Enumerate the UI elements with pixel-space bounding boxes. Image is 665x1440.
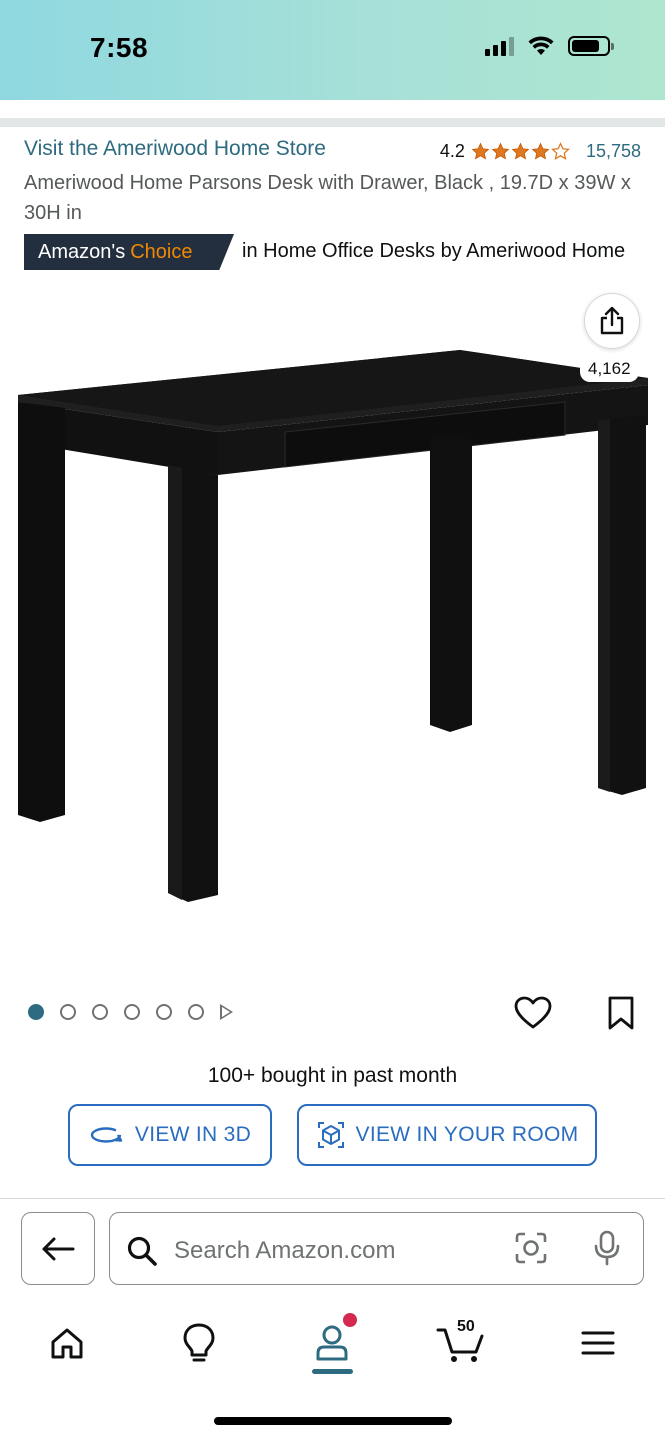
cart-count: 50 [457, 1318, 475, 1335]
nav-home[interactable] [42, 1318, 92, 1368]
search-input[interactable]: Search Amazon.com [109, 1212, 644, 1285]
home-icon [51, 1328, 83, 1359]
ar-cube-icon [317, 1122, 344, 1148]
notification-dot [343, 1313, 357, 1327]
share-count: 4,162 [580, 356, 639, 382]
back-button[interactable] [21, 1212, 95, 1285]
star-full-icon [491, 142, 510, 160]
nav-menu[interactable] [573, 1318, 623, 1368]
view-in-your-room-label: VIEW IN YOUR ROOM [355, 1123, 579, 1146]
home-indicator[interactable] [214, 1417, 452, 1425]
badge-category-text: in Home Office Desks by Ameriwood Home [242, 240, 626, 262]
rating-value: 4.2 [439, 141, 465, 161]
status-time: 7:58 [90, 32, 149, 63]
carousel-dot[interactable] [60, 1004, 76, 1020]
menu-icon [581, 1331, 615, 1355]
arrow-left-icon [42, 1237, 75, 1260]
star-full-icon [471, 142, 490, 160]
save-for-later-button[interactable] [603, 992, 639, 1034]
carousel-dot[interactable] [156, 1004, 172, 1020]
view-in-3d-label: VIEW IN 3D [134, 1123, 252, 1146]
view-in-your-room-button[interactable]: VIEW IN YOUR ROOM [297, 1104, 597, 1166]
store-link[interactable]: Visit the Ameriwood Home Store [24, 137, 326, 161]
product-title: Ameriwood Home Parsons Desk with Drawer,… [24, 172, 631, 224]
search-placeholder: Search Amazon.com [174, 1237, 396, 1264]
view-in-3d-button[interactable]: VIEW IN 3D [68, 1104, 272, 1166]
star-rating [471, 142, 570, 161]
rating-summary[interactable]: 4.2 15,758 [440, 141, 641, 162]
active-tab-indicator [312, 1369, 353, 1374]
badge-prefix: Amazon's [38, 240, 126, 263]
product-image[interactable] [10, 340, 655, 910]
microphone-icon[interactable] [591, 1230, 623, 1266]
rotate-3d-icon [90, 1127, 123, 1143]
carousel-dot[interactable] [124, 1004, 140, 1020]
share-icon [600, 306, 624, 335]
badge-highlight: Choice [130, 240, 193, 263]
carousel-dot[interactable] [188, 1004, 204, 1020]
star-full-icon [531, 142, 550, 160]
review-count: 15,758 [585, 141, 641, 161]
account-icon [316, 1325, 348, 1361]
video-play-icon[interactable] [220, 1004, 233, 1020]
camera-lens-icon[interactable] [514, 1231, 548, 1265]
amazons-choice-badge: Amazon's Choice [24, 234, 234, 270]
carousel-dot[interactable] [28, 1004, 44, 1020]
lightbulb-icon [183, 1323, 215, 1362]
nav-inspire[interactable] [174, 1318, 224, 1368]
section-divider [0, 118, 665, 127]
search-icon [127, 1236, 157, 1266]
battery-icon [568, 36, 614, 56]
bought-in-past-month: 100+ bought in past month [207, 1064, 458, 1087]
cellular-signal-icon [485, 36, 514, 56]
share-button[interactable] [584, 293, 640, 349]
status-icons [485, 36, 614, 56]
star-empty-icon [551, 142, 570, 160]
star-full-icon [511, 142, 530, 160]
heart-icon [514, 996, 552, 1029]
wishlist-button[interactable] [512, 992, 554, 1034]
carousel-dot[interactable] [92, 1004, 108, 1020]
status-bar: 7:58 [0, 0, 665, 100]
wifi-icon [528, 36, 554, 55]
bookmark-icon [608, 996, 634, 1030]
image-carousel-indicator[interactable] [28, 1004, 233, 1020]
